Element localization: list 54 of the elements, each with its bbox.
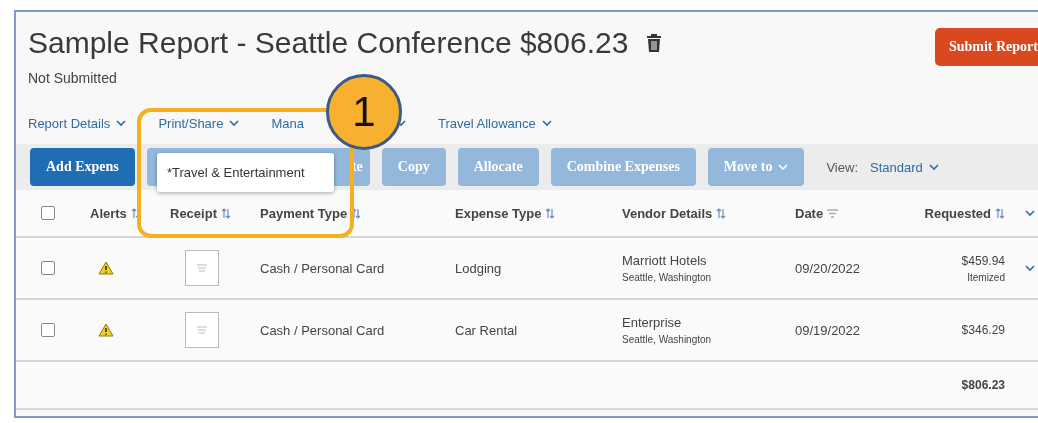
table-cell: Cash / Personal Card <box>260 260 385 276</box>
table-cell: 09/19/2022 <box>795 322 861 338</box>
warning-icon <box>98 261 114 275</box>
amount-note: Itemized <box>967 271 1005 283</box>
chevron-down-icon <box>541 119 552 127</box>
sort-icon[interactable] <box>995 207 1005 219</box>
table-cell: Cash / Personal Card <box>260 322 385 338</box>
table-cell: Lodging <box>455 260 502 276</box>
table-cell: Car Rental <box>455 322 518 338</box>
sort-icon[interactable] <box>716 207 727 219</box>
vendor-name: Enterprise <box>622 315 682 330</box>
column-header[interactable]: Expense Type <box>455 205 542 221</box>
checkbox[interactable] <box>41 261 55 275</box>
view-select[interactable]: Standard <box>870 159 939 175</box>
chevron-down-icon <box>928 163 939 171</box>
step-callout: 1 <box>326 74 402 150</box>
nav-menu[interactable]: Report Details <box>28 115 127 131</box>
report-title: Sample Report - Seattle Conference $806.23 <box>28 26 629 60</box>
checkbox[interactable] <box>41 206 55 220</box>
sort-icon[interactable] <box>351 207 362 219</box>
column-header[interactable]: Receipt <box>170 205 217 221</box>
nav-menu[interactable]: Travel Allowance <box>437 115 552 131</box>
vendor-location: Seattle, Washington <box>622 272 712 283</box>
amount: $459.94 <box>961 253 1005 268</box>
amount: $346.29 <box>961 323 1005 337</box>
receipt-thumbnail[interactable] <box>185 250 219 286</box>
sort-icon[interactable] <box>220 207 231 219</box>
nav-menu[interactable]: Print/Share <box>158 115 240 131</box>
vendor-location: Seattle, Washington <box>622 334 712 345</box>
checkbox[interactable] <box>41 323 55 337</box>
column-header[interactable]: Date <box>795 205 824 221</box>
chevron-down-icon <box>116 119 127 127</box>
table-cell: 09/20/2022 <box>795 260 861 276</box>
submit-report-button[interactable]: Submit Report <box>934 28 1038 66</box>
column-header[interactable]: Payment Type <box>260 205 348 221</box>
column-header[interactable]: Vendor Details <box>622 205 713 221</box>
report-status: Not Submitted <box>28 70 118 86</box>
vendor-name: Marriott Hotels <box>622 253 707 268</box>
total-amount: $806.23 <box>961 378 1005 392</box>
menu-item[interactable]: *Travel & Entertainment <box>157 153 334 192</box>
expand-icon <box>1025 264 1035 272</box>
warning-icon <box>98 323 114 337</box>
nav-menu[interactable]: Mana <box>271 115 304 131</box>
column-header[interactable]: Requested <box>924 205 991 221</box>
chevron-down-icon <box>229 119 240 127</box>
toolbar-button[interactable]: Add Expens <box>30 148 135 186</box>
filter-icon[interactable] <box>827 208 839 218</box>
expand-icon <box>1025 209 1035 217</box>
chevron-down-icon <box>778 163 789 171</box>
column-header[interactable]: Alerts <box>90 205 127 221</box>
view-label: View: <box>826 159 858 175</box>
sort-icon[interactable] <box>545 207 556 219</box>
trash-icon[interactable] <box>646 33 663 53</box>
receipt-thumbnail[interactable] <box>185 312 219 348</box>
